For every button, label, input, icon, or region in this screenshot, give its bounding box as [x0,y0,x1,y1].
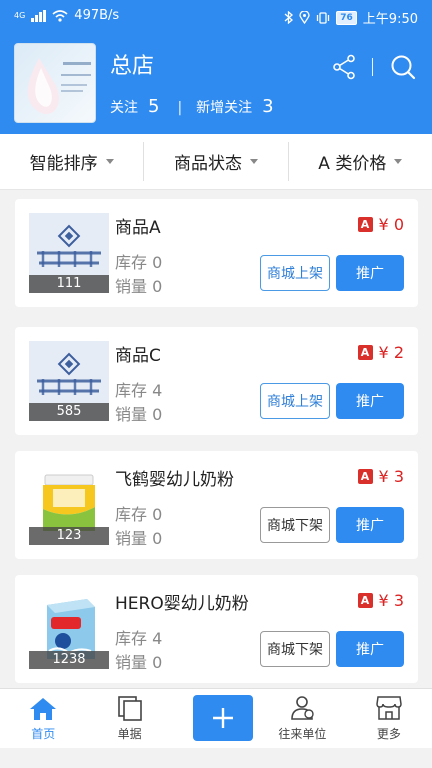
stats-divider: | [177,100,183,116]
price-tier-badge: A [357,345,373,360]
product-name: HERO婴幼儿奶粉 [115,594,249,614]
status-filter-label: 商品状态 [173,154,242,174]
nav-home-label: 首页 [31,727,56,741]
image-count: 111 [29,275,109,293]
product-sales: 销量 0 [115,405,163,424]
nav-orders-label: 单据 [117,727,142,741]
price-tier-badge: A [357,217,373,232]
product-stock: 库存 4 [115,381,163,400]
price-value: ¥ 3 [378,467,404,486]
product-name: 飞鹤婴幼儿奶粉 [115,470,234,490]
promote-button[interactable]: 推广 [336,255,404,291]
chevron-down-icon [394,159,403,164]
promote-button[interactable]: 推广 [336,383,404,419]
nav-more[interactable]: 更多 [346,689,432,748]
status-bar: 4G 497B/s 76 上午9:50 [0,0,432,34]
product-price: A ¥ 0 [357,215,404,234]
sort-filter[interactable]: 智能排序 [0,142,145,181]
product-card[interactable]: 585 商品C 库存 4 销量 0 A ¥ 2 商城上架 推广 [15,327,418,435]
nav-more-label: 更多 [376,727,401,741]
contacts-icon [291,696,315,720]
share-icon[interactable] [332,54,356,80]
plus-icon [212,708,233,728]
price-filter-label: A 类价格 [318,154,387,174]
new-follow-count: 3 [262,96,274,117]
home-icon [30,698,57,720]
product-stock: 库存 0 [115,253,163,272]
store-header: 总店 关注 5 | 新增关注 3 [0,34,432,134]
clock: 上午9:50 [362,12,418,27]
nav-partners[interactable]: 往来单位 [259,689,345,748]
product-sales: 销量 0 [115,277,163,296]
header-divider [372,58,373,76]
store-icon [376,696,402,720]
product-name: 商品C [115,346,161,366]
product-card[interactable]: 123 飞鹤婴幼儿奶粉 库存 0 销量 0 A ¥ 3 商城下架 推广 [15,451,418,559]
product-stock: 库存 0 [115,505,163,524]
system-nav-bar [0,748,432,768]
battery-icon: 76 [336,10,357,25]
product-image: 1238 [29,589,109,669]
network-speed: 497B/s [74,8,120,23]
product-stock: 库存 4 [115,629,163,648]
nav-orders[interactable]: 单据 [86,689,172,748]
price-filter[interactable]: A 类价格 [289,142,432,181]
price-value: ¥ 2 [378,343,404,362]
shelf-button[interactable]: 商城上架 [260,383,330,419]
product-sales: 销量 0 [115,653,163,672]
price-value: ¥ 3 [378,591,404,610]
wifi-icon [52,9,68,22]
chevron-down-icon [105,159,114,164]
shelf-button[interactable]: 商城下架 [260,631,330,667]
product-card[interactable]: 111 商品A 库存 0 销量 0 A ¥ 0 商城上架 推广 [15,199,418,307]
bottom-nav: 首页 单据 往来单位 更多 [0,688,432,748]
product-price: A ¥ 2 [357,343,404,362]
new-follow-label: 新增关注 [196,100,253,116]
product-image: 585 [29,341,109,421]
add-button[interactable] [192,695,253,741]
price-tier-badge: A [357,593,373,608]
nav-add[interactable] [173,689,259,748]
product-card[interactable]: 1238 HERO婴幼儿奶粉 库存 4 销量 0 A ¥ 3 商城下架 推广 [15,575,418,683]
image-count: 1238 [29,651,109,669]
chevron-down-icon [249,159,258,164]
price-value: ¥ 0 [378,215,404,234]
nav-home[interactable]: 首页 [0,689,86,748]
documents-icon [117,696,142,721]
vibrate-icon [317,11,330,24]
follow-label: 关注 [110,100,138,116]
product-sales: 销量 0 [115,529,163,548]
promote-button[interactable]: 推广 [336,631,404,667]
bluetooth-icon [284,11,294,24]
filter-bar: 智能排序 商品状态 A 类价格 [0,134,432,190]
product-image: 123 [29,465,109,545]
product-name: 商品A [115,218,161,238]
follow-stats: 关注 5 | 新增关注 3 [110,96,274,117]
shelf-button[interactable]: 商城上架 [260,255,330,291]
store-logo[interactable] [14,43,96,123]
location-icon [299,11,310,24]
product-image: 111 [29,213,109,293]
image-count: 585 [29,403,109,421]
price-tier-badge: A [357,469,373,484]
nav-partners-label: 往来单位 [278,727,327,741]
store-name: 总店 [110,54,155,79]
promote-button[interactable]: 推广 [336,507,404,543]
signal-icon [31,9,47,22]
sort-filter-label: 智能排序 [29,154,98,174]
shelf-button[interactable]: 商城下架 [260,507,330,543]
product-price: A ¥ 3 [357,591,404,610]
image-count: 123 [29,527,109,545]
search-icon[interactable] [390,54,416,80]
network-type: 4G [14,11,26,20]
status-filter[interactable]: 商品状态 [144,142,289,181]
follow-count: 5 [148,96,160,117]
product-price: A ¥ 3 [357,467,404,486]
